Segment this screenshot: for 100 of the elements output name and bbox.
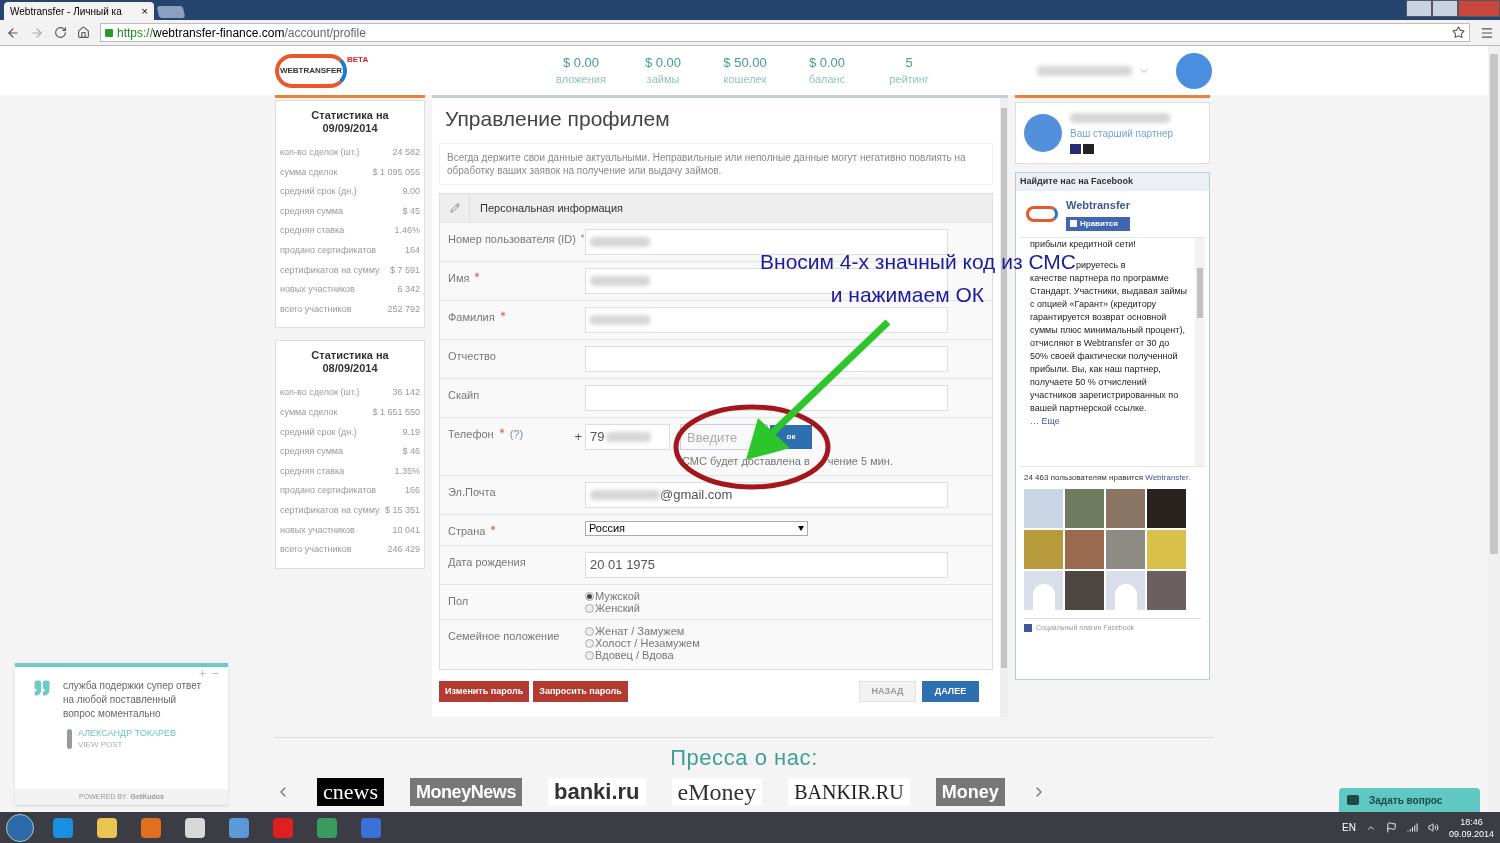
feed-text: рируетесь в xyxy=(1076,259,1126,272)
start-button[interactable] xyxy=(6,813,34,842)
stat-number: $ 1 651 550 xyxy=(372,406,420,419)
phone-field[interactable]: 79 xyxy=(585,424,670,450)
logo[interactable]: WEBTRANSFER xyxy=(275,53,347,88)
email-value: @gmail.com xyxy=(660,486,733,505)
radio-option[interactable]: Женат / Замужем xyxy=(585,625,700,637)
stat-name: продано сертификатов xyxy=(280,244,377,257)
radio-option[interactable]: Холост / Незамужем xyxy=(585,637,700,649)
stat-number: 246 429 xyxy=(387,543,420,557)
mail-icon[interactable] xyxy=(1070,143,1081,154)
facebook-icon xyxy=(1024,623,1032,632)
stat-name: сертификатов на сумму xyxy=(280,503,380,517)
password-button[interactable]: Запросить пароль xyxy=(533,681,628,702)
blurred-text xyxy=(606,432,652,442)
back-icon[interactable] xyxy=(6,25,20,40)
signal-icon[interactable] xyxy=(1406,822,1418,833)
radio-option[interactable]: Женский xyxy=(585,602,640,614)
press-logo[interactable]: MoneyNews xyxy=(410,778,522,806)
press-logo[interactable]: Money xyxy=(935,778,1005,806)
stat-number: $ 45 xyxy=(402,204,420,218)
annotation-text: Вносим 4-х значный код из СМС xyxy=(760,250,1076,272)
stat-name: сертификатов на сумму xyxy=(280,263,380,277)
home-icon[interactable] xyxy=(77,26,90,39)
webtransfer-logo-icon xyxy=(1026,205,1058,222)
browser-tab[interactable]: Webtransfer - Личный ка × xyxy=(4,2,154,20)
field-label: Телефон xyxy=(448,427,494,442)
likes-link[interactable]: Webtransfer. xyxy=(1145,472,1191,482)
volume-icon[interactable] xyxy=(1427,822,1439,833)
stats-title: Статистика на 09/09/2014 xyxy=(310,109,390,135)
field-label: Имя xyxy=(448,271,470,286)
stat-number: 6 342 xyxy=(397,283,420,297)
language-indicator[interactable]: EN xyxy=(1342,820,1356,835)
field-label: Пол xyxy=(448,594,469,609)
stat-label: вложения xyxy=(556,71,606,87)
blurred-text xyxy=(590,276,650,286)
press-logo[interactable]: BANKIR.RU xyxy=(788,778,910,806)
input-field[interactable] xyxy=(585,385,948,411)
blurred-text xyxy=(590,315,650,325)
field-label: Страна xyxy=(448,524,486,539)
quote-icon xyxy=(33,679,51,697)
stat-number: 1.46% xyxy=(394,224,420,238)
input-field[interactable] xyxy=(585,346,948,372)
password-button[interactable]: Изменить пароль xyxy=(439,681,530,702)
notice-text: Всегда держите свои данные актуальными. Неправильные или неполные данные могут негативно повлиять на обработку ваших заявок на получение или выдачу займов. xyxy=(439,143,993,185)
photo-placeholder[interactable] xyxy=(1147,488,1186,528)
input-field[interactable]: @gmail.com xyxy=(585,482,948,508)
input-field[interactable] xyxy=(585,307,948,333)
blurred-text xyxy=(590,490,660,500)
more-link[interactable]: … Еще xyxy=(1030,414,1060,428)
stat-number: 10 041 xyxy=(392,523,420,537)
feed-text: качестве партнера по программе Стандарт. Участники, выдавая займы с опцией «Гарант» (кредитору гарантируется возврат основной суммы плюс минимальный процент), отчисляют в Webtransfer от 30 до 50% своей фактически полученной прибыли. Вы, как наш партнер, получаете 50 % отчислений участников зарегистрированных по вашей партнерской ссылке. xyxy=(1030,271,1189,415)
stat-value: $ 0.00 xyxy=(562,54,600,71)
stat-name: средний срок (дн.) xyxy=(280,425,357,439)
stat-label: кошелек xyxy=(723,71,767,87)
facebook-page-name[interactable]: Webtransfer xyxy=(1066,197,1130,214)
stat-name: средняя ставка xyxy=(280,464,345,478)
reload-icon[interactable] xyxy=(54,26,67,39)
nav-button[interactable]: ДАЛЕЕ xyxy=(922,681,979,702)
partner-caption: Ваш старший партнер xyxy=(1070,126,1174,141)
testimonial-text: служба подержки супер ответ на любой поставленный вопрос моментально xyxy=(63,679,202,721)
stats-title: Статистика на 08/09/2014 xyxy=(310,349,390,376)
minimize-button[interactable] xyxy=(1406,0,1432,17)
stat-name: средняя сумма xyxy=(280,445,344,459)
feed-text: прибыли кредитной сети! xyxy=(1030,237,1137,251)
press-logo[interactable]: eMoney xyxy=(671,778,763,806)
star-icon[interactable] xyxy=(1452,26,1465,39)
field-label: Семейное положение xyxy=(448,629,560,644)
like-button[interactable]: Нравится xyxy=(1066,216,1130,231)
country-select[interactable]: Россия xyxy=(585,521,808,536)
stat-number: $ 7 591 xyxy=(389,263,420,277)
tab-title: Webtransfer - Личный ка xyxy=(10,4,123,19)
press-logo[interactable]: banki.ru xyxy=(547,778,646,806)
press-logo[interactable]: cnews xyxy=(317,778,384,806)
stat-value: $ 50.00 xyxy=(723,54,767,71)
photo-placeholder[interactable] xyxy=(1147,570,1186,610)
radio-option[interactable]: Вдовец / Вдова xyxy=(585,649,700,661)
photo-placeholder[interactable] xyxy=(1065,570,1104,610)
stat-number: $ 15 351 xyxy=(384,503,420,517)
input-field[interactable] xyxy=(585,229,948,255)
flag-icon[interactable] xyxy=(1385,822,1397,833)
field-label: Фамилия xyxy=(448,310,495,325)
stat-number: 164 xyxy=(404,244,420,257)
section-header: Персональная информация xyxy=(440,194,992,222)
ask-question-button[interactable]: Задать вопрос xyxy=(1339,788,1480,812)
page-title: Управление профилем xyxy=(444,106,671,132)
radio-option[interactable]: Мужской xyxy=(585,590,640,602)
stat-number: 24 582 xyxy=(392,146,420,160)
sms-code-field[interactable]: Введите xyxy=(680,424,768,450)
input-field[interactable]: 20 01 1975 xyxy=(585,552,948,578)
tab-close-button[interactable]: × xyxy=(141,2,148,20)
google-plus-icon[interactable] xyxy=(1083,143,1094,154)
stat-number: $ 1 095 055 xyxy=(372,165,420,179)
maximize-button[interactable] xyxy=(1432,0,1458,17)
stat-name: сумма сделок xyxy=(280,165,338,179)
clock[interactable]: 18:46 09.09.2014 xyxy=(1448,815,1494,840)
menu-icon[interactable] xyxy=(1480,25,1494,40)
stat-value: $ 0.00 xyxy=(644,54,682,71)
address-bar[interactable]: https://webtransfer-finance.com/account/profile xyxy=(100,23,1470,42)
new-tab-button[interactable] xyxy=(156,6,186,18)
